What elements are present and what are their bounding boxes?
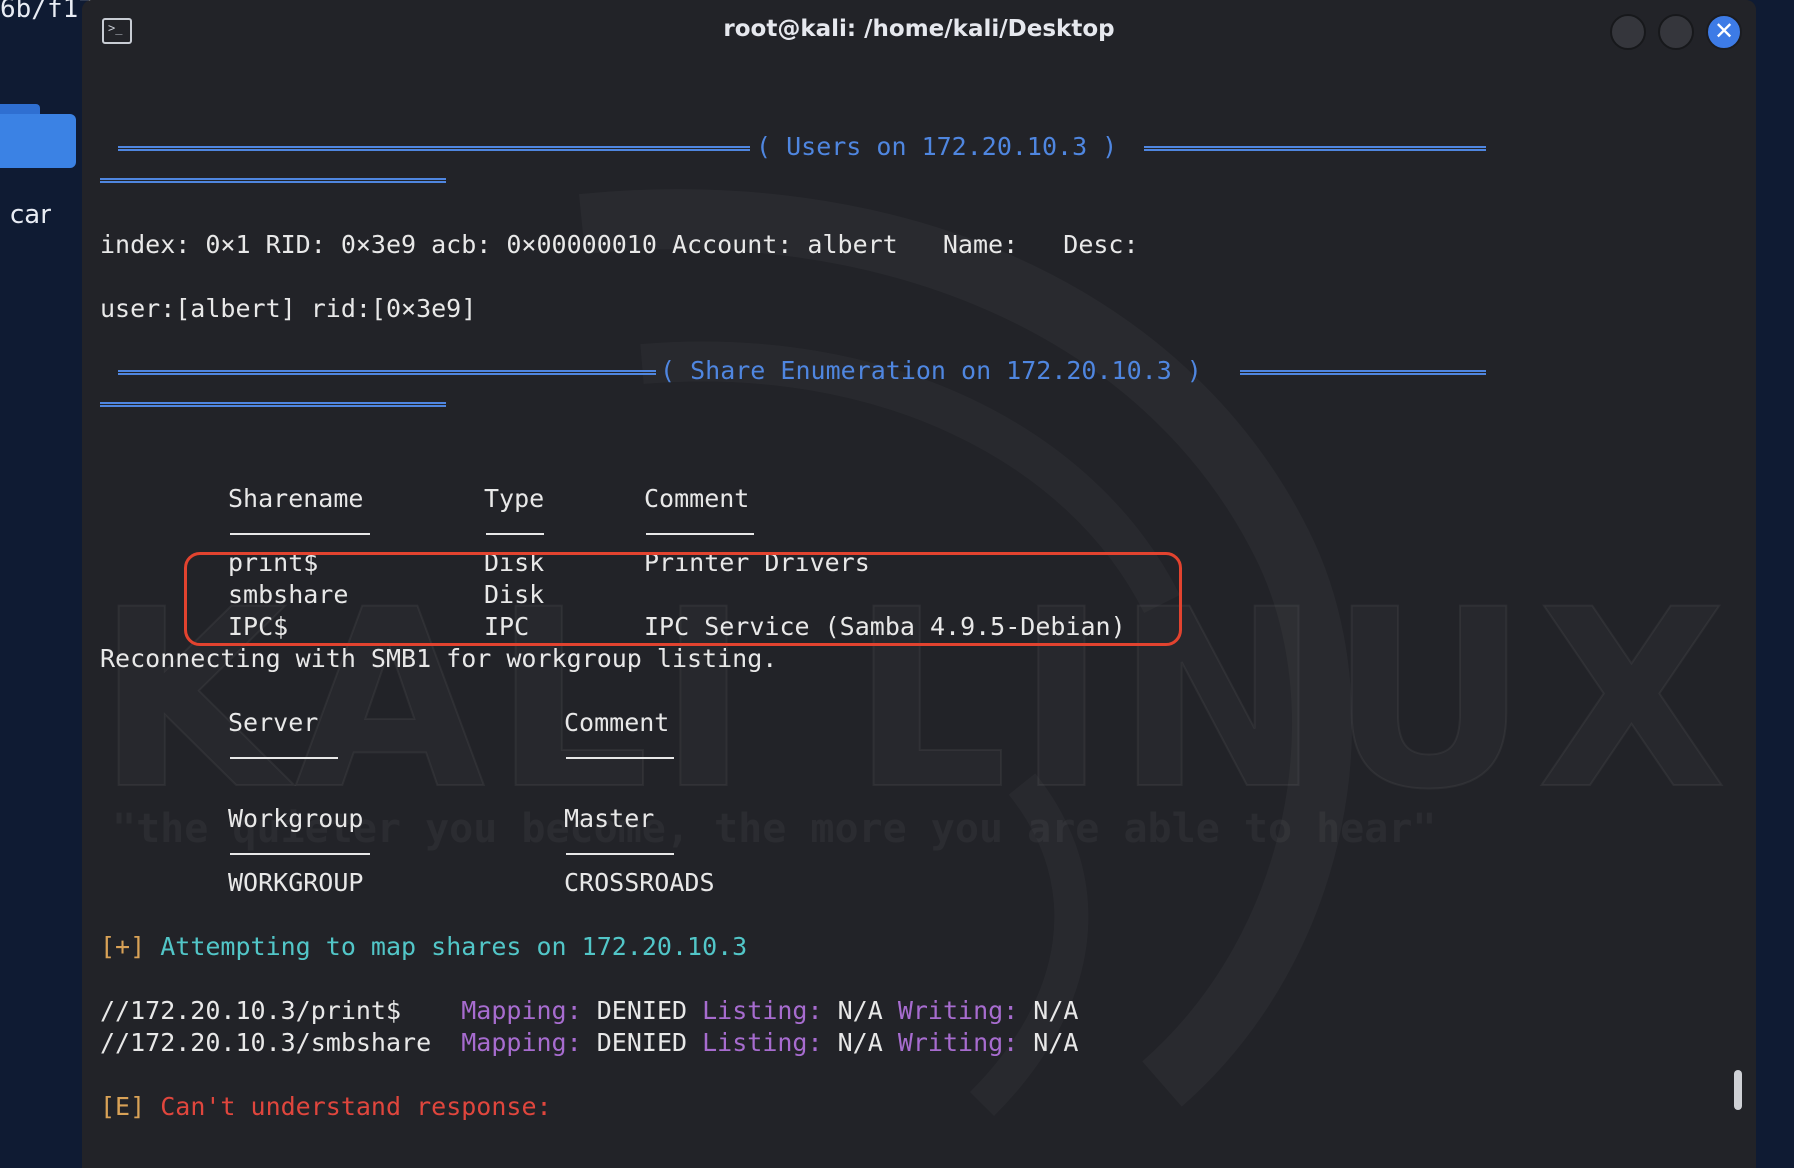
maximize-button[interactable] [1658,14,1694,50]
table-header-comment: Comment [564,708,670,737]
section-rule-left [118,370,656,375]
reconnect-line: Reconnecting with SMB1 for workgroup lis… [100,644,778,673]
mapping-result-line: //172.20.10.3/print$ Mapping: DENIED Lis… [100,996,1078,1026]
folder-icon[interactable] [0,104,76,168]
mapping-value: DENIED [596,1028,688,1057]
error-line: [E] Can't understand response: [100,1092,552,1122]
listing-value: N/A [837,1028,883,1057]
desktop-folder-label[interactable]: car [10,200,51,230]
master-value: CROSSROADS [564,868,715,897]
listing-label: Listing: [702,996,823,1025]
header-underline [486,533,544,535]
table-header-server: Server [228,708,319,737]
error-prefix: [E] [100,1092,146,1121]
user-rid-line: user:[albert] rid:[0×3e9] [100,294,477,323]
mapping-value: DENIED [596,996,688,1025]
writing-value: N/A [1033,1028,1079,1057]
writing-label: Writing: [897,996,1019,1025]
minimize-button[interactable] [1610,14,1646,50]
close-button[interactable]: ✕ [1706,14,1742,50]
info-prefix: [+] [100,932,146,961]
listing-value: N/A [837,996,883,1025]
header-underline [566,853,674,855]
shares-section-header: ( Share Enumeration on 172.20.10.3 ) [660,356,1202,385]
header-underline [230,533,370,535]
users-section-header: ( Users on 172.20.10.3 ) [756,132,1118,161]
user-entry-line: index: 0×1 RID: 0×3e9 acb: 0×00000010 Ac… [100,230,1139,259]
table-header-master: Master [564,804,655,833]
section-rule-left [118,146,750,151]
mapping-label: Mapping: [461,996,582,1025]
map-attempt-text: Attempting to map shares on 172.20.10.3 [160,932,748,961]
writing-label: Writing: [897,1028,1019,1057]
section-rule-right [1240,370,1486,375]
mapping-result-line: //172.20.10.3/smbshare Mapping: DENIED L… [100,1028,1078,1058]
share-path: //172.20.10.3/print$ [100,996,447,1025]
header-underline [646,533,754,535]
desktop-path-fragment: 6b/f17 [0,0,94,24]
listing-label: Listing: [702,1028,823,1057]
header-underline [230,757,338,759]
map-attempt-line: [+] Attempting to map shares on 172.20.1… [100,932,747,962]
share-path: //172.20.10.3/smbshare [100,1028,447,1057]
section-rule-continued [100,178,446,183]
mapping-label: Mapping: [461,1028,582,1057]
error-text: Can't understand response: [160,1092,552,1121]
table-header-comment: Comment [644,484,750,513]
header-underline [566,757,674,759]
header-underline [230,853,370,855]
table-header-sharename: Sharename [228,484,364,513]
terminal-output[interactable]: KALI LINUX "the quieter you become, the … [82,64,1756,1168]
section-rule-continued [100,402,446,407]
scrollbar-thumb[interactable] [1734,1070,1742,1110]
section-rule-right [1144,146,1486,151]
writing-value: N/A [1033,996,1079,1025]
window-titlebar[interactable]: >_ root@kali: /home/kali/Desktop ✕ [82,0,1756,64]
window-title: root@kali: /home/kali/Desktop [723,16,1115,42]
workgroup-value: WORKGROUP [228,868,364,897]
table-header-workgroup: Workgroup [228,804,364,833]
terminal-window[interactable]: >_ root@kali: /home/kali/Desktop ✕ KALI … [82,0,1756,1168]
table-header-type: Type [484,484,545,513]
share-highlight-box [184,552,1182,646]
